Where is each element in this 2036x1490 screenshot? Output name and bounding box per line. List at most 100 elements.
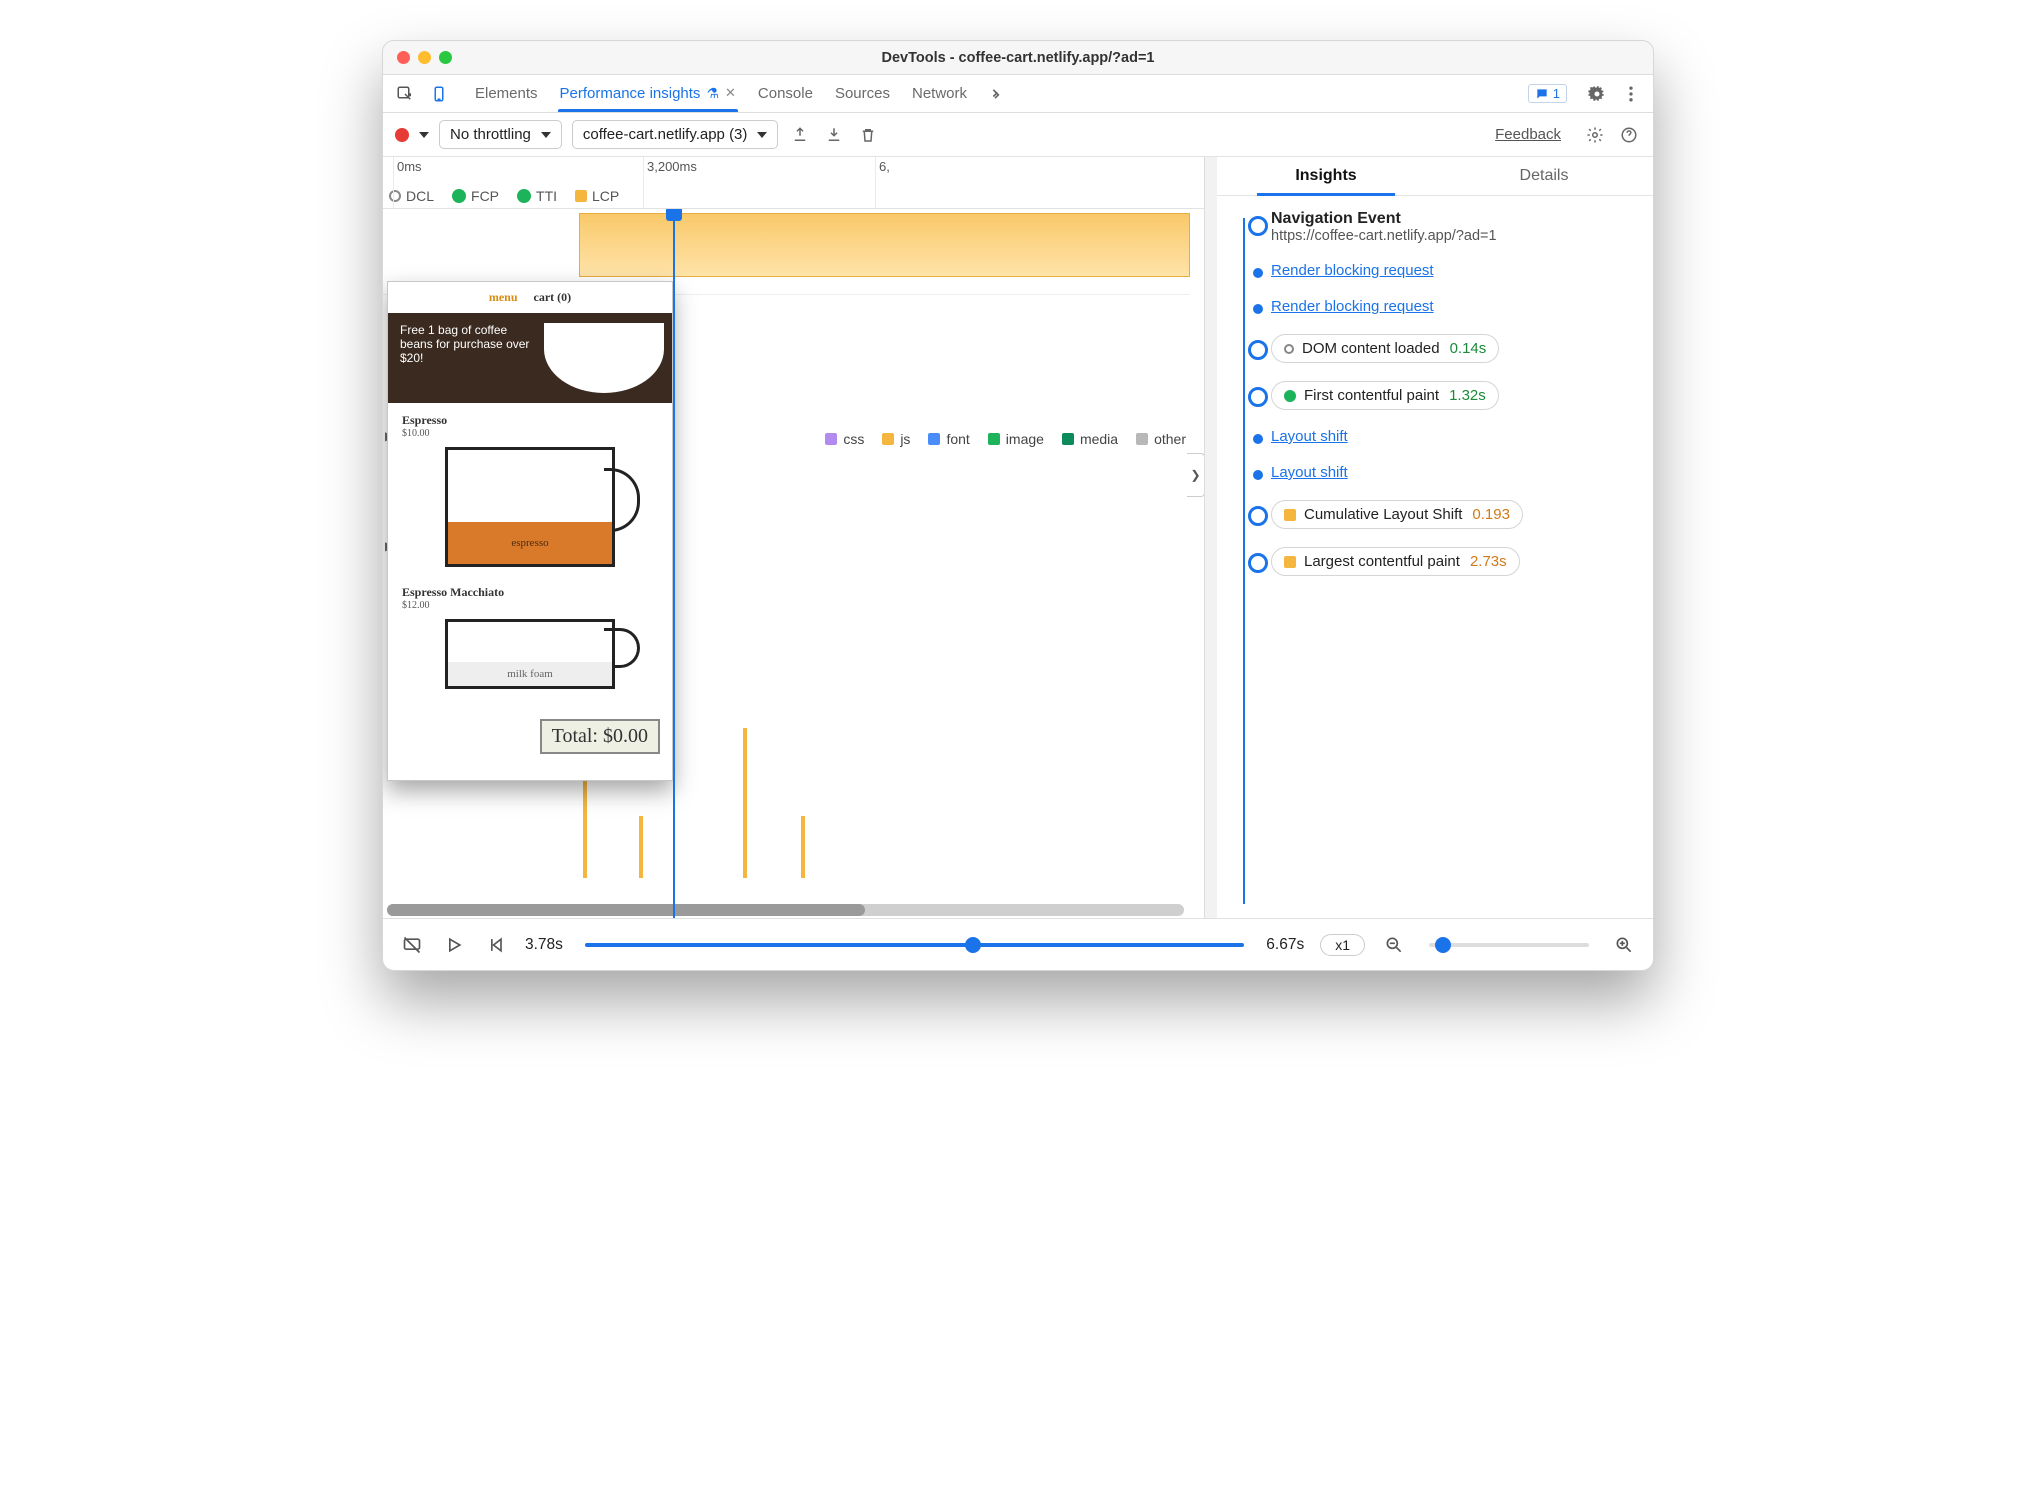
insight-link[interactable]: Layout shift [1271, 464, 1348, 481]
inspect-element-icon[interactable] [391, 80, 419, 108]
insight-event[interactable]: Layout shift [1231, 428, 1637, 446]
zoom-in-icon[interactable] [1611, 932, 1637, 958]
close-tab-icon[interactable]: ✕ [725, 85, 736, 101]
metric-label: Largest contentful paint [1304, 553, 1460, 570]
legend-css[interactable]: css [825, 431, 864, 447]
insight-link[interactable]: Layout shift [1271, 428, 1348, 445]
preview-total-badge: Total: $0.00 [540, 719, 660, 754]
recording-select[interactable]: coffee-cart.netlify.app (3) [572, 120, 779, 149]
kebab-menu-icon[interactable] [1617, 80, 1645, 108]
legend-swatch-icon [1136, 433, 1148, 445]
performance-toolbar: No throttling coffee-cart.netlify.app (3… [383, 113, 1653, 157]
marker-dot-icon [389, 190, 401, 202]
tab-elements[interactable]: Elements [473, 77, 540, 111]
long-task-block[interactable] [579, 213, 1190, 277]
marker-dcl[interactable]: DCL [389, 188, 434, 204]
legend-other[interactable]: other [1136, 431, 1186, 447]
marker-fcp[interactable]: FCP [452, 188, 499, 204]
preview-mug-layer-label: milk foam [448, 662, 612, 686]
timeline-dot-icon [1248, 553, 1268, 573]
marker-dot-icon [517, 189, 531, 203]
record-options-caret-icon[interactable] [419, 132, 429, 138]
throttling-select[interactable]: No throttling [439, 120, 562, 149]
metric-label: DOM content loaded [1302, 340, 1440, 357]
insights-timeline[interactable]: Navigation Eventhttps://coffee-cart.netl… [1217, 196, 1653, 918]
zoom-level[interactable]: x1 [1320, 934, 1365, 956]
timeline-dot-icon [1253, 434, 1263, 444]
screencast-off-icon[interactable] [399, 932, 425, 958]
bands-area[interactable]: ▶ ▶ cssjsfontimagemediaother ❯ menu cart… [383, 209, 1204, 918]
tick-label: 3,200ms [647, 159, 697, 174]
collapse-right-pane-icon[interactable]: ❯ [1187, 453, 1204, 497]
skip-back-icon[interactable] [483, 932, 509, 958]
metric-pill[interactable]: DOM content loaded 0.14s [1271, 334, 1499, 363]
tab-network[interactable]: Network [910, 77, 969, 111]
metric-value: 0.14s [1450, 340, 1487, 357]
recording-value: coffee-cart.netlify.app (3) [583, 126, 748, 143]
metric-pill[interactable]: Cumulative Layout Shift0.193 [1271, 500, 1523, 529]
insight-link[interactable]: Render blocking request [1271, 262, 1434, 279]
insight-event[interactable]: Navigation Eventhttps://coffee-cart.netl… [1231, 210, 1637, 244]
preview-cart-label: cart (0) [534, 290, 572, 305]
right-tab-insights[interactable]: Insights [1217, 157, 1435, 195]
delete-icon[interactable] [856, 123, 880, 147]
preview-menu-label: menu [489, 290, 518, 305]
insight-event[interactable]: DOM content loaded 0.14s [1231, 334, 1637, 363]
issues-button[interactable]: 1 [1528, 84, 1567, 103]
panel-settings-gear-icon[interactable] [1583, 123, 1607, 147]
legend-swatch-icon [825, 433, 837, 445]
timeline-dot-icon [1253, 268, 1263, 278]
settings-gear-icon[interactable] [1583, 80, 1611, 108]
insight-event[interactable]: Layout shift [1231, 464, 1637, 482]
insight-event[interactable]: Render blocking request [1231, 298, 1637, 316]
panel-tabbar: Elements Performance insights⚗✕ Console Sou… [383, 75, 1653, 113]
tab-sources[interactable]: Sources [833, 77, 892, 111]
legend-js[interactable]: js [882, 431, 910, 447]
page-screenshot-preview: menu cart (0) Free 1 bag of coffee beans… [387, 281, 673, 781]
tab-performance-insights[interactable]: Performance insights⚗✕ [558, 77, 738, 111]
tab-console[interactable]: Console [756, 77, 815, 111]
marker-lcp[interactable]: LCP [575, 188, 619, 204]
metric-pill[interactable]: Largest contentful paint 2.73s [1271, 547, 1520, 576]
legend-label: other [1154, 431, 1186, 447]
insight-event[interactable]: First contentful paint 1.32s [1231, 381, 1637, 410]
marker-tti[interactable]: TTI [517, 188, 557, 204]
legend-font[interactable]: font [928, 431, 969, 447]
device-toggle-icon[interactable] [425, 80, 453, 108]
insights-panel: InsightsDetails Navigation Eventhttps://… [1217, 157, 1653, 918]
play-icon[interactable] [441, 932, 467, 958]
timeline-dot-icon [1248, 216, 1268, 236]
metric-pill[interactable]: First contentful paint 1.32s [1271, 381, 1499, 410]
zoom-slider[interactable] [1429, 943, 1589, 947]
feedback-link[interactable]: Feedback [1495, 126, 1561, 143]
tick-label: 0ms [397, 159, 422, 174]
zoom-out-icon[interactable] [1381, 932, 1407, 958]
help-icon[interactable] [1617, 123, 1641, 147]
metric-value: 0.193 [1472, 506, 1510, 523]
import-icon[interactable] [822, 123, 846, 147]
insight-event[interactable]: Cumulative Layout Shift0.193 [1231, 500, 1637, 529]
horizontal-scrollbar[interactable] [387, 904, 1184, 916]
more-tabs-icon[interactable] [981, 80, 1009, 108]
legend-label: css [843, 431, 864, 447]
metric-value: 1.32s [1449, 387, 1486, 404]
record-button[interactable] [395, 128, 409, 142]
export-icon[interactable] [788, 123, 812, 147]
playhead[interactable] [673, 209, 675, 918]
time-ruler[interactable]: DCLFCPTTILCP 0ms3,200ms6, [383, 157, 1204, 209]
metric-label: First contentful paint [1304, 387, 1439, 404]
insight-event[interactable]: Largest contentful paint 2.73s [1231, 547, 1637, 576]
marker-dot-icon [575, 190, 587, 202]
time-slider[interactable] [585, 943, 1244, 947]
vertical-scrollbar[interactable] [1205, 157, 1217, 918]
metric-value: 2.73s [1470, 553, 1507, 570]
legend-image[interactable]: image [988, 431, 1044, 447]
timeline-dot-icon [1253, 470, 1263, 480]
milestone-markers: DCL FCP TTI LCP [389, 188, 619, 204]
right-tab-details[interactable]: Details [1435, 157, 1653, 195]
insight-event[interactable]: Render blocking request [1231, 262, 1637, 280]
current-time: 3.78s [525, 936, 563, 954]
insight-link[interactable]: Render blocking request [1271, 298, 1434, 315]
legend-media[interactable]: media [1062, 431, 1118, 447]
timeline-dot-icon [1248, 506, 1268, 526]
